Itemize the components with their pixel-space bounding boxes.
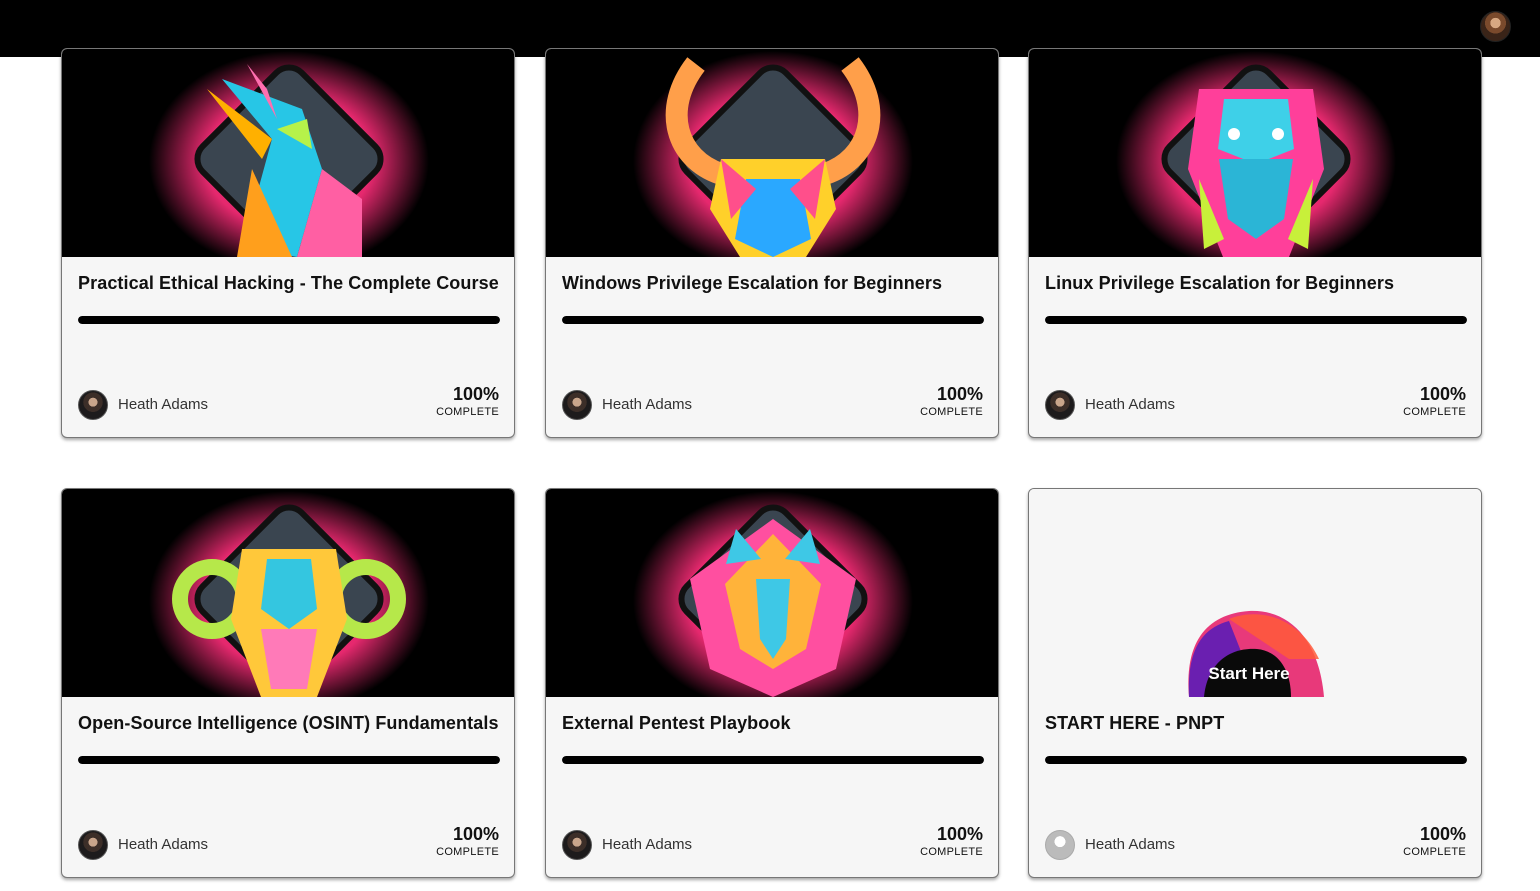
complete-label: COMPLETE [920, 846, 983, 858]
progress-bar [1045, 756, 1467, 764]
progress-bar [78, 756, 500, 764]
complete-label: COMPLETE [436, 846, 499, 858]
course-title[interactable]: Windows Privilege Escalation for Beginne… [562, 273, 942, 294]
horned-bull-mascot-icon [633, 51, 913, 257]
course-title[interactable]: Linux Privilege Escalation for Beginners [1045, 273, 1394, 294]
complete-label: COMPLETE [1403, 406, 1466, 418]
progress-percent: 100% [936, 384, 983, 404]
instructor-avatar [78, 390, 108, 420]
course-title[interactable]: START HERE - PNPT [1045, 713, 1224, 734]
complete-label: COMPLETE [920, 406, 983, 418]
course-card-start-here-pnpt[interactable]: Start Here START HERE - PNPT Heath Adams… [1028, 488, 1482, 878]
start-here-badge-icon: Start Here [1188, 610, 1324, 697]
progress-bar [562, 756, 984, 764]
course-thumbnail [546, 489, 998, 697]
course-card-osint-fundamentals[interactable]: Open-Source Intelligence (OSINT) Fundame… [61, 488, 515, 878]
course-thumbnail [62, 489, 514, 697]
instructor-name: Heath Adams [1085, 396, 1176, 413]
user-avatar-icon[interactable] [1480, 11, 1511, 42]
progress-fill [1045, 316, 1467, 324]
course-thumbnail [1029, 49, 1481, 257]
progress-fill [562, 316, 984, 324]
instructor-name: Heath Adams [118, 836, 209, 853]
progress-bar [1045, 316, 1467, 324]
progress-percent: 100% [936, 824, 983, 844]
course-card-practical-ethical-hacking[interactable]: Practical Ethical Hacking - The Complete… [61, 48, 515, 438]
course-thumbnail [62, 49, 514, 257]
progress-percent: 100% [452, 384, 499, 404]
course-card-external-pentest-playbook[interactable]: External Pentest Playbook Heath Adams 10… [545, 488, 999, 878]
course-title[interactable]: Open-Source Intelligence (OSINT) Fundame… [78, 713, 499, 734]
lion-mascot-icon [633, 491, 913, 697]
course-thumbnail: Start Here [1029, 489, 1481, 697]
instructor-avatar [1045, 830, 1075, 860]
start-here-text: Start Here [1208, 664, 1289, 683]
progress-fill [78, 316, 500, 324]
course-title[interactable]: External Pentest Playbook [562, 713, 791, 734]
course-title[interactable]: Practical Ethical Hacking - The Complete… [78, 273, 499, 294]
course-card-windows-privesc[interactable]: Windows Privilege Escalation for Beginne… [545, 48, 999, 438]
instructor-name: Heath Adams [602, 836, 693, 853]
dragon-mascot-icon [1116, 51, 1396, 257]
progress-fill [562, 756, 984, 764]
course-card-linux-privesc[interactable]: Linux Privilege Escalation for Beginners… [1028, 48, 1482, 438]
instructor-avatar [562, 830, 592, 860]
progress-percent: 100% [1419, 384, 1466, 404]
progress-percent: 100% [1419, 824, 1466, 844]
progress-bar [78, 316, 500, 324]
ram-mascot-icon [149, 491, 429, 697]
instructor-avatar [562, 390, 592, 420]
instructor-avatar [1045, 390, 1075, 420]
progress-percent: 100% [452, 824, 499, 844]
unicorn-mascot-icon [149, 51, 429, 257]
instructor-avatar [78, 830, 108, 860]
progress-fill [78, 756, 500, 764]
instructor-name: Heath Adams [602, 396, 693, 413]
complete-label: COMPLETE [436, 406, 499, 418]
complete-label: COMPLETE [1403, 846, 1466, 858]
progress-bar [562, 316, 984, 324]
course-thumbnail [546, 49, 998, 257]
instructor-name: Heath Adams [118, 396, 209, 413]
instructor-name: Heath Adams [1085, 836, 1176, 853]
progress-fill [1045, 756, 1467, 764]
